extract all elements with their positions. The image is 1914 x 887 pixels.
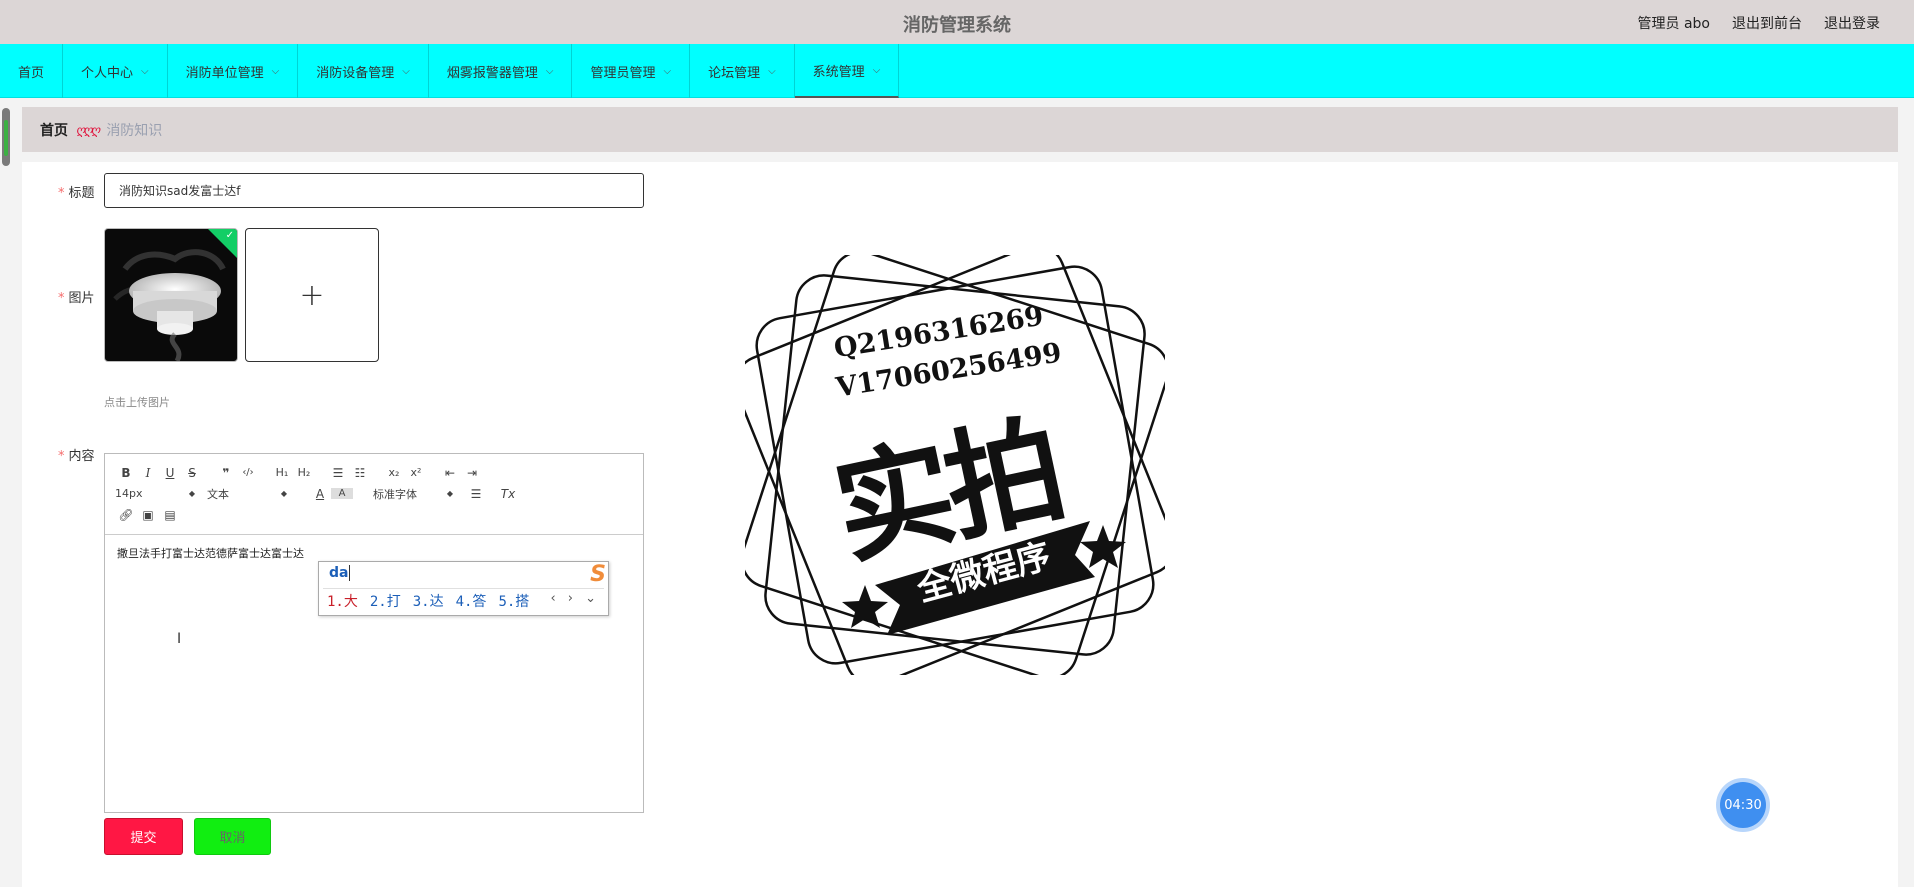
indent-icon[interactable]: ⇥ — [461, 466, 483, 480]
rich-text-editor: B I U S ❞ ‹/› H₁ H₂ ☰ ☷ x₂ x² ⇤ ⇥ 14px ◆ … — [104, 453, 644, 813]
nav-personal-center[interactable]: 个人中心 ⌵ — [63, 44, 168, 98]
nav-system-management[interactable]: 系统管理 ⌵ — [794, 44, 900, 98]
breadcrumb: 首页 ღღღ 消防知识 — [22, 107, 1898, 152]
nav-label: 消防设备管理 — [316, 65, 395, 81]
nav-label: 个人中心 — [81, 65, 134, 81]
nav-home[interactable]: 首页 — [0, 44, 64, 98]
nav-fire-unit-management[interactable]: 消防单位管理 ⌵ — [168, 44, 299, 98]
vertical-scrollbar[interactable] — [2, 108, 10, 166]
breadcrumb-home[interactable]: 首页 — [40, 120, 68, 140]
image-icon[interactable]: ▣ — [137, 508, 159, 522]
heading-2-icon[interactable]: H₂ — [293, 466, 315, 479]
main-nav: 首页 个人中心 ⌵ 消防单位管理 ⌵ 消防设备管理 ⌵ 烟雾报警器管理 ⌵ 管理员管理 ⌵… — [0, 44, 1914, 98]
select-arrow-icon: ◆ — [188, 489, 195, 498]
chevron-down-icon: ⌵ — [545, 65, 554, 77]
ime-pager-icon[interactable]: ‹ › ⌄ — [550, 591, 600, 606]
nav-label: 论坛管理 — [708, 65, 761, 81]
outdent-icon[interactable]: ⇤ — [439, 466, 461, 480]
font-size-select[interactable]: 14px ◆ — [115, 487, 195, 500]
chevron-down-icon: ⌵ — [768, 65, 776, 77]
ime-pinyin: da — [329, 565, 351, 581]
nav-label: 烟雾报警器管理 — [446, 65, 538, 81]
background-color-icon[interactable]: A — [331, 488, 353, 499]
ime-candidate[interactable]: 1.大 — [327, 591, 358, 611]
title-input[interactable] — [104, 173, 644, 208]
superscript-icon[interactable]: x² — [405, 466, 427, 479]
ime-candidate-popup: da S 1.大 2.打 3.达 4.答 5.搭 ‹ › ⌄ — [318, 561, 609, 616]
bullet-list-icon[interactable]: ☷ — [349, 466, 371, 480]
check-icon: ✓ — [225, 230, 234, 241]
breadcrumb-separator: ღღღ — [76, 122, 100, 137]
uploaded-image-thumbnail[interactable]: ✓ — [104, 228, 238, 362]
subscript-icon[interactable]: x₂ — [383, 466, 405, 479]
header-actions: 管理员 abo 退出到前台 退出登录 — [1638, 13, 1880, 33]
smoke-detector-image — [113, 249, 226, 361]
nav-admin-management[interactable]: 管理员管理 ⌵ — [572, 44, 691, 98]
ime-candidate[interactable]: 4.答 — [456, 591, 487, 611]
plus-icon: + — [299, 277, 325, 313]
italic-icon[interactable]: I — [137, 466, 159, 480]
chevron-down-icon: ⌵ — [872, 64, 881, 76]
nav-label: 管理员管理 — [590, 65, 656, 81]
content-label: * 内容 — [58, 449, 95, 464]
sogou-logo-icon: S — [590, 562, 606, 587]
font-family-select[interactable]: 标准字体 ◆ — [373, 486, 453, 502]
chevron-down-icon: ⌵ — [402, 65, 410, 77]
nav-smoke-alarm-management[interactable]: 烟雾报警器管理 ⌵ — [429, 44, 573, 98]
ime-candidates: 1.大 2.打 3.达 4.答 5.搭 — [327, 591, 529, 611]
nav-fire-equipment-management[interactable]: 消防设备管理 ⌵ — [298, 44, 429, 98]
breadcrumb-current: 消防知识 — [106, 122, 163, 139]
chevron-down-icon: ⌵ — [141, 65, 149, 77]
cancel-button[interactable]: 取消 — [194, 818, 271, 855]
nav-label: 首页 — [18, 65, 45, 81]
logout-link[interactable]: 退出登录 — [1824, 13, 1880, 33]
code-block-icon[interactable]: ‹/› — [237, 467, 259, 478]
submit-button[interactable]: 提交 — [104, 818, 183, 855]
timer-badge[interactable]: 04:30 — [1720, 782, 1766, 828]
chevron-down-icon: ⌵ — [271, 65, 280, 77]
ime-candidate[interactable]: 2.打 — [370, 591, 401, 611]
link-icon[interactable]: 🔗︎ — [115, 508, 137, 522]
current-user[interactable]: 管理员 abo — [1638, 13, 1710, 33]
ordered-list-icon[interactable]: ☰ — [327, 466, 349, 480]
editor-toolbar: B I U S ❞ ‹/› H₁ H₂ ☰ ☷ x₂ x² ⇤ ⇥ 14px ◆ … — [105, 454, 643, 535]
text-cursor-icon: Ι — [177, 631, 182, 647]
nav-label: 系统管理 — [812, 64, 865, 80]
font-color-icon[interactable]: A — [309, 487, 331, 501]
title-label: * 标题 — [58, 186, 95, 201]
align-icon[interactable]: ☰ — [465, 487, 487, 501]
ime-candidate[interactable]: 5.搭 — [498, 591, 529, 611]
nav-label: 消防单位管理 — [185, 65, 264, 81]
strikethrough-icon[interactable]: S — [181, 466, 203, 480]
ime-candidate[interactable]: 3.达 — [413, 591, 444, 611]
editor-text: 撒旦法手打富士达范德萨富士达富士达 — [117, 547, 304, 560]
underline-icon[interactable]: U — [159, 466, 181, 480]
system-title: 消防管理系统 — [903, 15, 1011, 36]
chevron-down-icon: ⌵ — [663, 65, 672, 77]
select-arrow-icon: ◆ — [280, 489, 287, 498]
image-label: * 图片 — [58, 291, 95, 306]
bold-icon[interactable]: B — [115, 466, 137, 480]
clear-format-icon[interactable]: Tx — [497, 487, 519, 501]
top-header: 消防管理系统 管理员 abo 退出到前台 退出登录 — [0, 0, 1914, 44]
exit-to-frontend-link[interactable]: 退出到前台 — [1732, 13, 1802, 33]
image-upload-button[interactable]: + — [245, 228, 379, 362]
heading-1-icon[interactable]: H₁ — [271, 466, 293, 479]
video-icon[interactable]: ▤ — [159, 508, 181, 522]
nav-forum-management[interactable]: 论坛管理 ⌵ — [690, 44, 795, 98]
select-arrow-icon: ◆ — [446, 489, 453, 498]
blockquote-icon[interactable]: ❞ — [215, 466, 237, 480]
watermark-stamp: Q2196316269 V17060256499 实拍 全微程序 — [745, 255, 1165, 675]
upload-tip: 点击上传图片 — [104, 396, 170, 409]
block-format-select[interactable]: 文本 ◆ — [207, 486, 287, 502]
